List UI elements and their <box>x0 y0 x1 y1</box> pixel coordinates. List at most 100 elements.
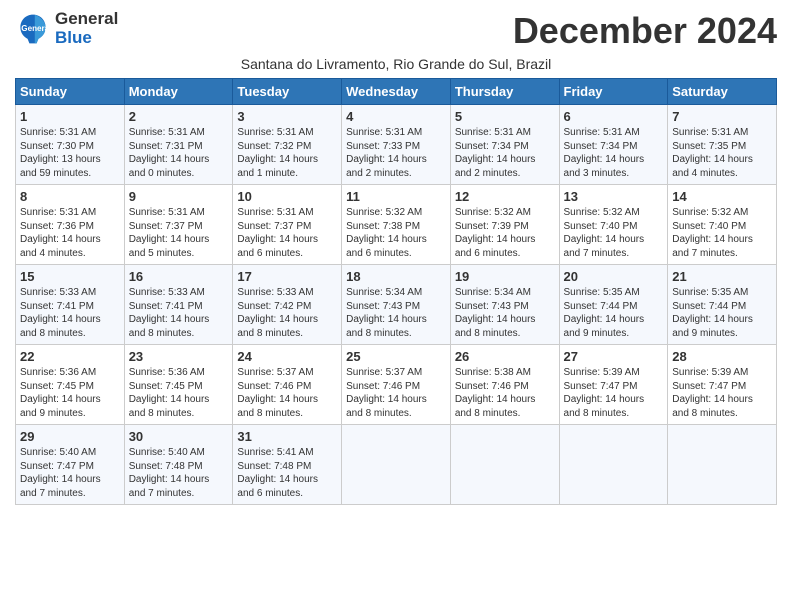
day-number: 2 <box>129 109 229 124</box>
day-number: 13 <box>564 189 664 204</box>
calendar-cell: 23 Sunrise: 5:36 AMSunset: 7:45 PMDayligh… <box>124 345 233 425</box>
logo-general-text: General <box>55 10 118 29</box>
cell-content: Sunrise: 5:34 AMSunset: 7:43 PMDaylight:… <box>346 286 446 340</box>
cell-content: Sunrise: 5:31 AMSunset: 7:37 PMDaylight:… <box>129 206 229 260</box>
day-number: 29 <box>20 429 120 444</box>
cell-content: Sunrise: 5:31 AMSunset: 7:34 PMDaylight:… <box>564 126 664 180</box>
calendar-cell: 10 Sunrise: 5:31 AMSunset: 7:37 PMDayligh… <box>233 185 342 265</box>
calendar-cell: 3Sunrise: 5:31 AMSunset: 7:32 PMDaylight… <box>233 105 342 185</box>
cell-content: Sunrise: 5:36 AMSunset: 7:45 PMDaylight:… <box>129 366 229 420</box>
cell-content: Sunrise: 5:39 AMSunset: 7:47 PMDaylight:… <box>564 366 664 420</box>
cell-content: Sunrise: 5:41 AMSunset: 7:48 PMDaylight:… <box>237 446 337 500</box>
cell-content: Sunrise: 5:40 AMSunset: 7:48 PMDaylight:… <box>129 446 229 500</box>
calendar-cell: 24 Sunrise: 5:37 AMSunset: 7:46 PMDayligh… <box>233 345 342 425</box>
day-number: 17 <box>237 269 337 284</box>
logo-icon: General <box>15 11 51 47</box>
calendar-table: SundayMondayTuesdayWednesdayThursdayFrid… <box>15 78 777 505</box>
location-subtitle: Santana do Livramento, Rio Grande do Sul… <box>15 56 777 72</box>
dow-header-sunday: Sunday <box>16 79 125 105</box>
calendar-cell: 14 Sunrise: 5:32 AMSunset: 7:40 PMDayligh… <box>668 185 777 265</box>
cell-content: Sunrise: 5:37 AMSunset: 7:46 PMDaylight:… <box>237 366 337 420</box>
calendar-cell <box>668 425 777 505</box>
day-number: 8 <box>20 189 120 204</box>
cell-content: Sunrise: 5:31 AMSunset: 7:30 PMDaylight:… <box>20 126 120 180</box>
cell-content: Sunrise: 5:33 AMSunset: 7:41 PMDaylight:… <box>129 286 229 340</box>
day-number: 11 <box>346 189 446 204</box>
day-number: 16 <box>129 269 229 284</box>
cell-content: Sunrise: 5:36 AMSunset: 7:45 PMDaylight:… <box>20 366 120 420</box>
cell-content: Sunrise: 5:32 AMSunset: 7:39 PMDaylight:… <box>455 206 555 260</box>
day-number: 10 <box>237 189 337 204</box>
calendar-cell: 28 Sunrise: 5:39 AMSunset: 7:47 PMDayligh… <box>668 345 777 425</box>
cell-content: Sunrise: 5:35 AMSunset: 7:44 PMDaylight:… <box>564 286 664 340</box>
calendar-cell: 6 Sunrise: 5:31 AMSunset: 7:34 PMDaylight… <box>559 105 668 185</box>
cell-content: Sunrise: 5:38 AMSunset: 7:46 PMDaylight:… <box>455 366 555 420</box>
dow-header-wednesday: Wednesday <box>342 79 451 105</box>
svg-text:General: General <box>21 23 51 32</box>
calendar-cell: 26Sunrise: 5:38 AMSunset: 7:46 PMDayligh… <box>450 345 559 425</box>
calendar-cell: 5 Sunrise: 5:31 AMSunset: 7:34 PMDaylight… <box>450 105 559 185</box>
day-number: 25 <box>346 349 446 364</box>
calendar-cell: 12Sunrise: 5:32 AMSunset: 7:39 PMDayligh… <box>450 185 559 265</box>
cell-content: Sunrise: 5:35 AMSunset: 7:44 PMDaylight:… <box>672 286 772 340</box>
month-title: December 2024 <box>513 10 777 52</box>
cell-content: Sunrise: 5:40 AMSunset: 7:47 PMDaylight:… <box>20 446 120 500</box>
calendar-cell: 27 Sunrise: 5:39 AMSunset: 7:47 PMDayligh… <box>559 345 668 425</box>
cell-content: Sunrise: 5:37 AMSunset: 7:46 PMDaylight:… <box>346 366 446 420</box>
cell-content: Sunrise: 5:32 AMSunset: 7:38 PMDaylight:… <box>346 206 446 260</box>
calendar-cell: 17Sunrise: 5:33 AMSunset: 7:42 PMDayligh… <box>233 265 342 345</box>
calendar-cell: 9 Sunrise: 5:31 AMSunset: 7:37 PMDaylight… <box>124 185 233 265</box>
cell-content: Sunrise: 5:31 AMSunset: 7:35 PMDaylight:… <box>672 126 772 180</box>
calendar-cell: 29 Sunrise: 5:40 AMSunset: 7:47 PMDayligh… <box>16 425 125 505</box>
day-number: 22 <box>20 349 120 364</box>
day-number: 5 <box>455 109 555 124</box>
cell-content: Sunrise: 5:32 AMSunset: 7:40 PMDaylight:… <box>564 206 664 260</box>
day-number: 14 <box>672 189 772 204</box>
calendar-cell: 11 Sunrise: 5:32 AMSunset: 7:38 PMDayligh… <box>342 185 451 265</box>
dow-header-thursday: Thursday <box>450 79 559 105</box>
day-number: 7 <box>672 109 772 124</box>
day-number: 20 <box>564 269 664 284</box>
calendar-cell: 30 Sunrise: 5:40 AMSunset: 7:48 PMDayligh… <box>124 425 233 505</box>
calendar-cell: 21 Sunrise: 5:35 AMSunset: 7:44 PMDayligh… <box>668 265 777 345</box>
day-number: 21 <box>672 269 772 284</box>
cell-content: Sunrise: 5:31 AMSunset: 7:34 PMDaylight:… <box>455 126 555 180</box>
page-header: General General Blue December 2024 <box>15 10 777 52</box>
cell-content: Sunrise: 5:31 AMSunset: 7:33 PMDaylight:… <box>346 126 446 180</box>
calendar-cell: 19Sunrise: 5:34 AMSunset: 7:43 PMDayligh… <box>450 265 559 345</box>
day-number: 4 <box>346 109 446 124</box>
calendar-cell: 13 Sunrise: 5:32 AMSunset: 7:40 PMDayligh… <box>559 185 668 265</box>
calendar-cell: 1Sunrise: 5:31 AMSunset: 7:30 PMDaylight… <box>16 105 125 185</box>
calendar-cell <box>342 425 451 505</box>
logo-blue-text: Blue <box>55 29 118 48</box>
logo: General General Blue <box>15 10 118 47</box>
dow-header-friday: Friday <box>559 79 668 105</box>
calendar-cell <box>559 425 668 505</box>
day-number: 9 <box>129 189 229 204</box>
day-number: 24 <box>237 349 337 364</box>
day-number: 27 <box>564 349 664 364</box>
day-number: 6 <box>564 109 664 124</box>
cell-content: Sunrise: 5:39 AMSunset: 7:47 PMDaylight:… <box>672 366 772 420</box>
dow-header-saturday: Saturday <box>668 79 777 105</box>
calendar-cell: 2 Sunrise: 5:31 AMSunset: 7:31 PMDaylight… <box>124 105 233 185</box>
day-number: 30 <box>129 429 229 444</box>
cell-content: Sunrise: 5:31 AMSunset: 7:36 PMDaylight:… <box>20 206 120 260</box>
day-number: 15 <box>20 269 120 284</box>
calendar-cell: 16 Sunrise: 5:33 AMSunset: 7:41 PMDayligh… <box>124 265 233 345</box>
calendar-cell: 8 Sunrise: 5:31 AMSunset: 7:36 PMDaylight… <box>16 185 125 265</box>
calendar-cell: 7 Sunrise: 5:31 AMSunset: 7:35 PMDaylight… <box>668 105 777 185</box>
calendar-cell: 22 Sunrise: 5:36 AMSunset: 7:45 PMDayligh… <box>16 345 125 425</box>
cell-content: Sunrise: 5:31 AMSunset: 7:37 PMDaylight:… <box>237 206 337 260</box>
cell-content: Sunrise: 5:31 AMSunset: 7:31 PMDaylight:… <box>129 126 229 180</box>
calendar-cell <box>450 425 559 505</box>
calendar-cell: 15Sunrise: 5:33 AMSunset: 7:41 PMDayligh… <box>16 265 125 345</box>
day-number: 23 <box>129 349 229 364</box>
day-number: 28 <box>672 349 772 364</box>
calendar-cell: 4 Sunrise: 5:31 AMSunset: 7:33 PMDaylight… <box>342 105 451 185</box>
cell-content: Sunrise: 5:34 AMSunset: 7:43 PMDaylight:… <box>455 286 555 340</box>
cell-content: Sunrise: 5:32 AMSunset: 7:40 PMDaylight:… <box>672 206 772 260</box>
calendar-cell: 25 Sunrise: 5:37 AMSunset: 7:46 PMDayligh… <box>342 345 451 425</box>
dow-header-monday: Monday <box>124 79 233 105</box>
calendar-cell: 31Sunrise: 5:41 AMSunset: 7:48 PMDayligh… <box>233 425 342 505</box>
